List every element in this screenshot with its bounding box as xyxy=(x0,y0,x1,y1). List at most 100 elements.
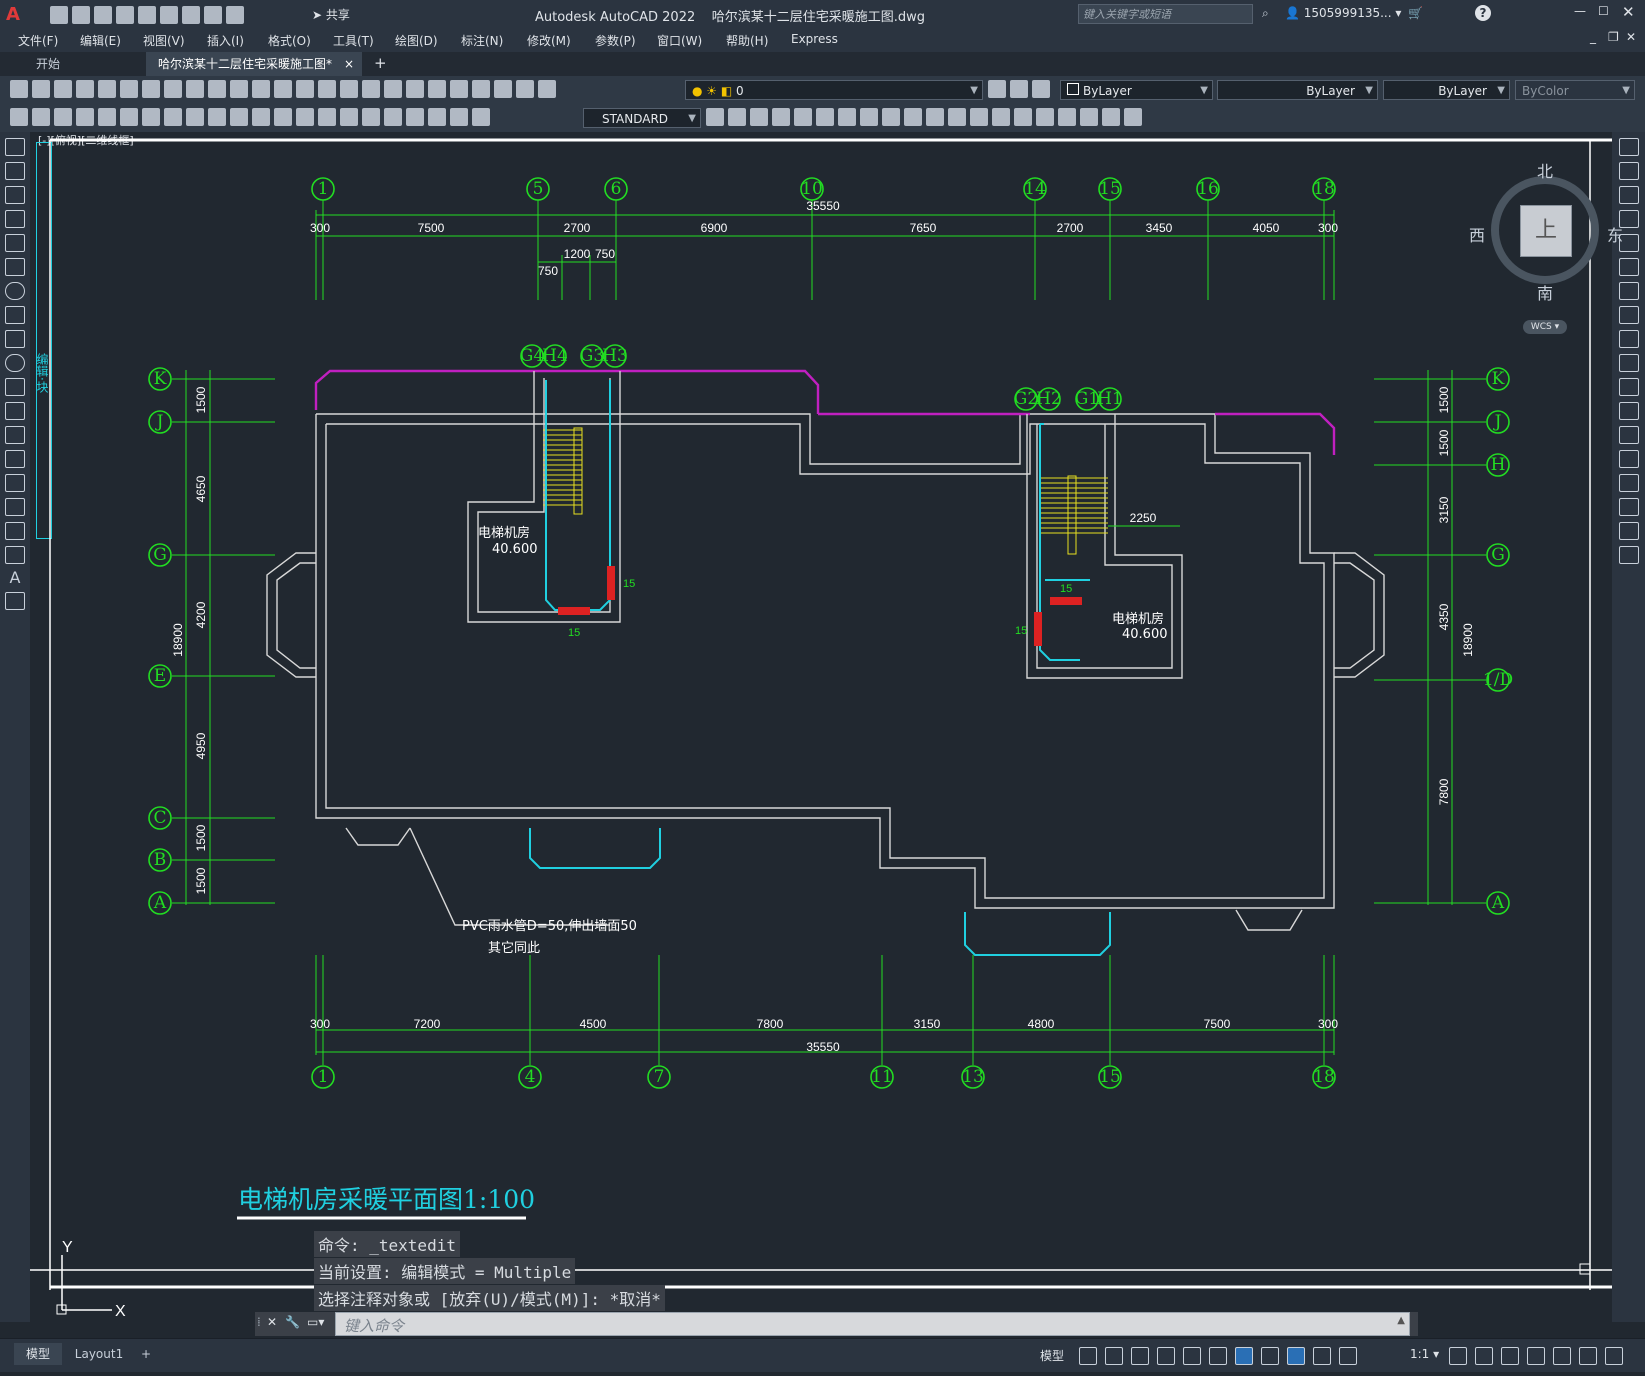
menu-view[interactable]: 视图(V) xyxy=(143,32,185,49)
dim-text-edit-icon[interactable] xyxy=(450,108,468,126)
compass-west[interactable]: 西 xyxy=(1469,222,1485,246)
wcs-menu[interactable]: WCS ▾ xyxy=(1523,320,1567,334)
grid-icon[interactable] xyxy=(1079,1347,1097,1365)
menu-edit[interactable]: 编辑(E) xyxy=(80,32,121,49)
extend-icon[interactable] xyxy=(1618,378,1639,396)
search-input[interactable]: 键入关键字或短语 xyxy=(1078,4,1253,24)
solid-subtract-icon[interactable] xyxy=(772,108,790,126)
isolate-objects-icon[interactable] xyxy=(1553,1347,1571,1365)
lineweight-dropdown[interactable]: ByLayer ▼ xyxy=(1383,80,1510,100)
zoom-window-icon[interactable] xyxy=(340,80,358,98)
menu-help[interactable]: 帮助(H) xyxy=(726,32,768,49)
help-icon[interactable]: ? xyxy=(1475,5,1491,21)
quick-dim-icon[interactable] xyxy=(230,108,248,126)
rotate-icon[interactable] xyxy=(1618,282,1639,300)
add-selected-icon[interactable] xyxy=(5,592,25,610)
menu-parametric[interactable]: 参数(P) xyxy=(595,32,636,49)
solid-union-icon[interactable] xyxy=(750,108,768,126)
viewcube[interactable]: 上 北 南 西 东 WCS ▾ xyxy=(1467,150,1623,334)
command-close-icon[interactable]: ✕ xyxy=(267,1315,277,1329)
compass-south[interactable]: 南 xyxy=(1537,280,1553,304)
drawing-canvas[interactable]: [-][俯视][二维线框] 编辑·块 35550 300 7500 2700 6… xyxy=(30,132,1623,1336)
layer-dropdown[interactable]: ● ☀ ◧ 0 ▼ xyxy=(685,80,983,100)
dim-break-icon[interactable] xyxy=(318,108,336,126)
dim-diameter-icon[interactable] xyxy=(186,108,204,126)
presspull-icon[interactable] xyxy=(816,108,834,126)
hatch-icon[interactable] xyxy=(5,474,25,492)
tab-active-drawing[interactable]: 哈尔滨某十二层住宅采暖施工图* × xyxy=(146,52,362,76)
blend-icon[interactable] xyxy=(1618,522,1639,540)
revision-cloud-icon[interactable] xyxy=(5,306,25,324)
break-point-icon[interactable] xyxy=(1618,402,1639,420)
annotation-monitor-icon[interactable] xyxy=(1475,1347,1493,1365)
chamfer-icon[interactable] xyxy=(1618,474,1639,492)
tab-close-icon[interactable]: × xyxy=(344,52,354,76)
print-icon[interactable] xyxy=(76,80,94,98)
dim-style-icon[interactable] xyxy=(706,108,724,126)
help-tb-icon[interactable] xyxy=(516,80,534,98)
menu-express[interactable]: Express xyxy=(791,32,838,46)
command-input[interactable]: 键入命令 ▲ xyxy=(335,1312,1410,1336)
shell-icon[interactable] xyxy=(926,108,944,126)
preview-icon[interactable] xyxy=(98,80,116,98)
jogged-linear-icon[interactable] xyxy=(406,108,424,126)
autocad-logo-icon[interactable]: A xyxy=(6,4,26,25)
dim-continue-icon[interactable] xyxy=(274,108,292,126)
object-snap-icon[interactable] xyxy=(1235,1347,1253,1365)
construction-line-icon[interactable] xyxy=(5,162,25,180)
menu-modify[interactable]: 修改(M) xyxy=(527,32,571,49)
save-as-icon[interactable] xyxy=(116,6,134,24)
inspect-icon[interactable] xyxy=(384,108,402,126)
color-dropdown[interactable]: ByLayer ▼ xyxy=(1060,80,1213,100)
minimize-button[interactable]: — xyxy=(1574,4,1586,18)
pan-icon[interactable] xyxy=(296,80,314,98)
plotstyle-dropdown[interactable]: ByColor ▼ xyxy=(1515,80,1635,100)
dim-baseline-icon[interactable] xyxy=(252,108,270,126)
web-open-icon[interactable] xyxy=(138,6,156,24)
object-snap-tracking-icon[interactable] xyxy=(1209,1347,1227,1365)
ellipse-arc-icon[interactable] xyxy=(5,378,25,396)
plot-icon[interactable] xyxy=(182,6,200,24)
tolerance-icon[interactable] xyxy=(340,108,358,126)
menu-dimension[interactable]: 标注(N) xyxy=(461,32,503,49)
match-prop-icon[interactable] xyxy=(230,80,248,98)
command-grip-icon[interactable]: ⁞ xyxy=(257,1315,261,1329)
compass-east[interactable]: 东 xyxy=(1607,222,1623,246)
make-current-icon[interactable] xyxy=(988,80,1006,98)
scale-icon[interactable] xyxy=(1618,306,1639,324)
section-icon[interactable] xyxy=(992,108,1010,126)
extrude-icon[interactable] xyxy=(794,108,812,126)
join-icon[interactable] xyxy=(1618,450,1639,468)
camera-icon[interactable] xyxy=(1058,108,1076,126)
menu-format[interactable]: 格式(O) xyxy=(268,32,311,49)
model-space-button[interactable]: 模型 xyxy=(1040,1347,1064,1364)
interfere-icon[interactable] xyxy=(970,108,988,126)
dim-linear-icon[interactable] xyxy=(54,108,72,126)
rectangle-icon[interactable] xyxy=(5,234,25,252)
cut-icon[interactable] xyxy=(164,80,182,98)
customization-menu-icon[interactable] xyxy=(1605,1347,1623,1365)
insert-icon[interactable] xyxy=(32,108,50,126)
user-account[interactable]: 👤 1505999135... ▾ xyxy=(1285,6,1401,20)
revolve-icon[interactable] xyxy=(860,108,878,126)
menu-window[interactable]: 窗口(W) xyxy=(657,32,702,49)
layout-tab-add[interactable]: + xyxy=(136,1343,156,1365)
move-icon[interactable] xyxy=(1618,258,1639,276)
units-icon[interactable] xyxy=(1501,1347,1519,1365)
dim-update-icon[interactable] xyxy=(472,108,490,126)
dim-radius-icon[interactable] xyxy=(142,108,160,126)
command-up-arrow-icon[interactable]: ▲ xyxy=(1397,1315,1405,1326)
erase-icon[interactable] xyxy=(1618,138,1639,156)
copy-icon[interactable] xyxy=(186,80,204,98)
point-icon[interactable] xyxy=(5,450,25,468)
view-icon[interactable] xyxy=(1036,108,1054,126)
dim-jogged-icon[interactable] xyxy=(164,108,182,126)
layer-state-icon[interactable] xyxy=(1032,80,1050,98)
polyline-icon[interactable] xyxy=(5,186,25,204)
flatshot-icon[interactable] xyxy=(1014,108,1032,126)
render-icon[interactable] xyxy=(1124,108,1142,126)
menu-tools[interactable]: 工具(T) xyxy=(333,32,374,49)
workspace-gear-icon[interactable] xyxy=(1449,1347,1467,1365)
dim-angular-icon[interactable] xyxy=(208,108,226,126)
calculator-icon[interactable] xyxy=(494,80,512,98)
